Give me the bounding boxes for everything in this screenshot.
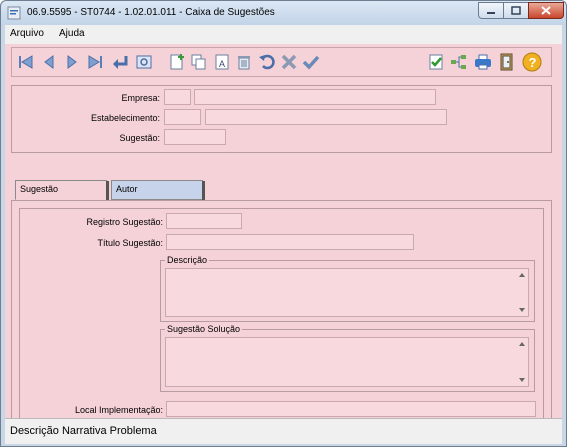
print-button[interactable] xyxy=(473,52,493,72)
estabelecimento-code-field[interactable] xyxy=(164,109,201,125)
menu-ajuda[interactable]: Ajuda xyxy=(59,28,85,39)
menu-arquivo[interactable]: Arquivo xyxy=(10,28,44,39)
titulo-sugestao-label: Título Sugestão: xyxy=(97,238,163,248)
solucao-textarea[interactable] xyxy=(165,337,529,387)
close-icon xyxy=(541,6,551,15)
estabelecimento-name-field[interactable] xyxy=(205,109,447,125)
copy-button[interactable] xyxy=(189,52,209,72)
last-record-icon xyxy=(88,55,102,69)
enter-button[interactable] xyxy=(110,52,130,72)
first-record-button[interactable] xyxy=(16,52,36,72)
tab-shadow xyxy=(202,181,205,201)
status-bar: Descrição Narrativa Problema xyxy=(5,418,562,444)
descricao-textarea[interactable] xyxy=(165,268,529,317)
minimize-button[interactable] xyxy=(478,2,504,19)
header-group: Empresa: Estabelecimento: Sugestão: xyxy=(11,85,552,153)
maximize-button[interactable] xyxy=(503,2,529,19)
detail-group: Registro Sugestão: Título Sugestão: Desc… xyxy=(19,208,544,429)
confirm-button[interactable] xyxy=(301,52,321,72)
new-button[interactable] xyxy=(167,52,187,72)
previous-record-button[interactable] xyxy=(39,52,59,72)
cancel-button[interactable] xyxy=(279,52,299,72)
minimize-icon xyxy=(487,11,495,14)
descricao-fieldset: Descrição xyxy=(160,255,535,322)
empresa-code-field[interactable] xyxy=(164,89,191,105)
solucao-fieldset: Sugestão Solução xyxy=(160,324,535,392)
next-record-button[interactable] xyxy=(62,52,82,72)
solucao-legend: Sugestão Solução xyxy=(165,324,243,334)
preview-button[interactable] xyxy=(134,52,154,72)
confirm-icon xyxy=(302,55,320,70)
first-record-icon xyxy=(19,55,33,69)
menu-bar: Arquivo Ajuda xyxy=(5,25,562,44)
exit-door-icon xyxy=(500,53,513,71)
delete-icon xyxy=(238,56,250,70)
scroll-down-icon[interactable] xyxy=(519,378,525,382)
title-bar: 06.9.5595 - ST0744 - 1.02.01.011 - Caixa… xyxy=(1,1,566,25)
sugestao-field[interactable] xyxy=(164,129,226,145)
empresa-name-field[interactable] xyxy=(194,89,436,105)
previous-record-icon xyxy=(44,55,54,69)
undo-icon xyxy=(259,54,275,70)
tab-autor[interactable]: Autor xyxy=(111,180,205,201)
solucao-scrollbar[interactable] xyxy=(516,338,528,386)
tab-sugestao[interactable]: Sugestão xyxy=(15,180,109,201)
titulo-sugestao-field[interactable] xyxy=(166,234,414,250)
checklist-button[interactable] xyxy=(426,52,446,72)
window-title: 06.9.5595 - ST0744 - 1.02.01.011 - Caixa… xyxy=(27,7,275,18)
form-area: A ? Empresa: Estabelecimento: Sugestão: … xyxy=(5,44,562,433)
app-window: 06.9.5595 - ST0744 - 1.02.01.011 - Caixa… xyxy=(0,0,567,447)
enter-icon xyxy=(113,56,128,69)
help-icon: ? xyxy=(522,52,542,72)
next-record-icon xyxy=(67,55,77,69)
status-text: Descrição Narrativa Problema xyxy=(10,425,157,437)
cancel-icon xyxy=(281,54,297,70)
print-icon xyxy=(475,54,491,70)
copy-icon xyxy=(191,54,206,70)
close-button[interactable] xyxy=(528,2,564,19)
tree-icon xyxy=(451,55,466,69)
svg-text:?: ? xyxy=(529,55,537,70)
exit-button[interactable] xyxy=(497,52,517,72)
descricao-scrollbar[interactable] xyxy=(516,269,528,316)
local-implementacao-field[interactable] xyxy=(166,401,536,417)
sugestao-label: Sugestão: xyxy=(119,133,160,143)
checklist-icon xyxy=(429,54,443,70)
registro-sugestao-label: Registro Sugestão: xyxy=(86,217,163,227)
svg-text:A: A xyxy=(219,59,225,69)
undo-button[interactable] xyxy=(257,52,277,72)
client-area: Arquivo Ajuda A ? Empresa: Estabelecimen… xyxy=(5,25,562,444)
scroll-up-icon[interactable] xyxy=(519,342,525,346)
tab-sugestao-label: Sugestão xyxy=(20,184,59,194)
empresa-label: Empresa: xyxy=(121,93,160,103)
last-record-button[interactable] xyxy=(85,52,105,72)
maximize-icon xyxy=(511,6,521,15)
delete-button[interactable] xyxy=(234,52,254,72)
estabelecimento-label: Estabelecimento: xyxy=(90,113,160,123)
tab-shadow xyxy=(106,181,109,201)
scroll-down-icon[interactable] xyxy=(519,308,525,312)
toolbar: A ? xyxy=(11,47,552,77)
rename-icon: A xyxy=(215,54,229,70)
app-icon xyxy=(7,6,21,20)
help-button[interactable]: ? xyxy=(522,52,542,72)
descricao-legend: Descrição xyxy=(165,255,210,265)
scroll-up-icon[interactable] xyxy=(519,273,525,277)
rename-button[interactable]: A xyxy=(212,52,232,72)
new-icon xyxy=(170,54,184,70)
tab-content-panel: Registro Sugestão: Título Sugestão: Desc… xyxy=(11,200,552,433)
registro-sugestao-field[interactable] xyxy=(166,213,242,229)
tab-autor-label: Autor xyxy=(116,184,138,194)
local-implementacao-label: Local Implementação: xyxy=(74,405,163,415)
preview-icon xyxy=(136,55,152,69)
tree-button[interactable] xyxy=(449,52,469,72)
